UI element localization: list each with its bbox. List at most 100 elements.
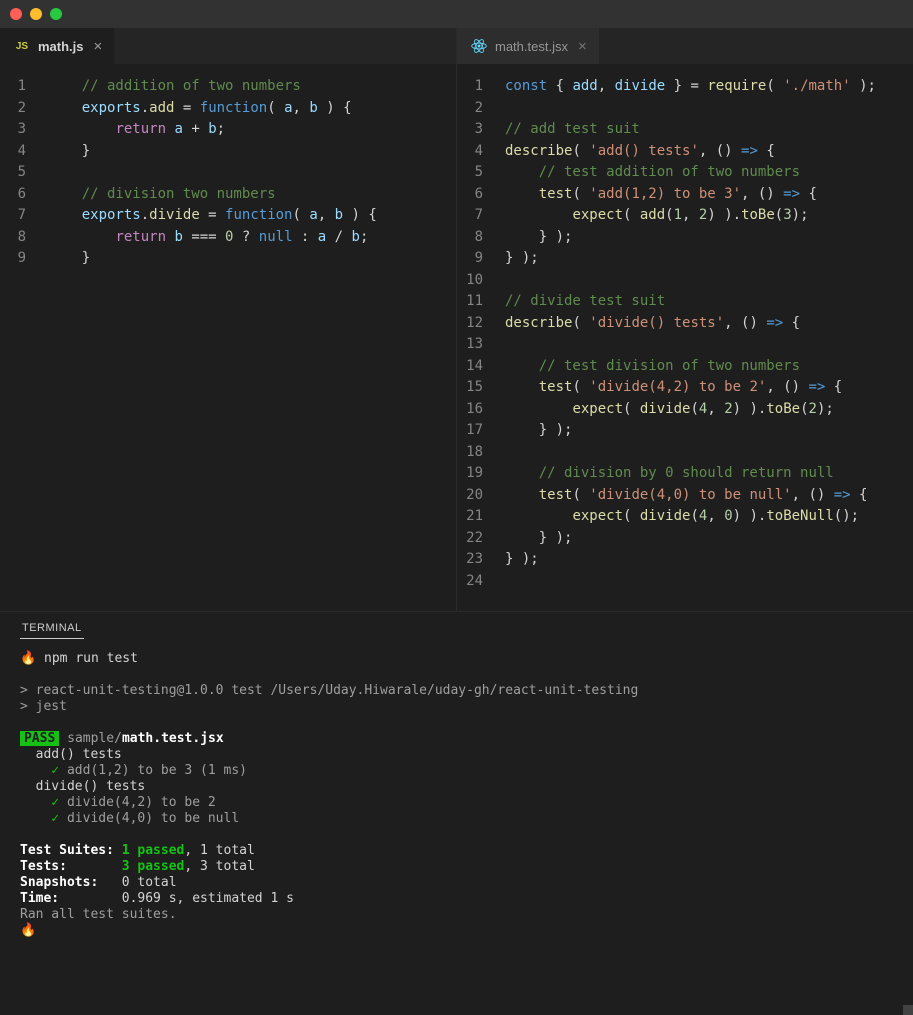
code-line[interactable]: 1 // addition of two numbers bbox=[0, 76, 456, 98]
terminal-line: 🔥 npm run test bbox=[20, 651, 138, 666]
line-number: 18 bbox=[457, 442, 505, 464]
line-number: 21 bbox=[457, 506, 505, 528]
code-text bbox=[505, 571, 913, 593]
code-line[interactable]: 2 bbox=[457, 98, 913, 120]
terminal-text: Snapshots: bbox=[20, 875, 122, 890]
code-line[interactable]: 2 exports.add = function( a, b ) { bbox=[0, 98, 456, 120]
code-line[interactable]: 20 test( 'divide(4,0) to be null', () =>… bbox=[457, 485, 913, 507]
code-text: } ); bbox=[505, 420, 913, 442]
line-number: 4 bbox=[457, 141, 505, 163]
terminal-tab[interactable]: TERMINAL bbox=[20, 618, 84, 639]
minimize-window-icon[interactable] bbox=[30, 8, 42, 20]
check-icon: ✓ bbox=[20, 763, 67, 778]
line-number: 6 bbox=[457, 184, 505, 206]
terminal-text: , 1 total bbox=[184, 843, 254, 858]
code-line[interactable]: 21 expect( divide(4, 0) ).toBeNull(); bbox=[457, 506, 913, 528]
code-line[interactable]: 8 } ); bbox=[457, 227, 913, 249]
terminal-line: > jest bbox=[20, 699, 67, 714]
code-line[interactable]: 7 expect( add(1, 2) ).toBe(3); bbox=[457, 205, 913, 227]
terminal-text: divide(4,0) to be null bbox=[67, 811, 239, 826]
code-line[interactable]: 9} ); bbox=[457, 248, 913, 270]
line-number: 3 bbox=[0, 119, 48, 141]
close-icon[interactable]: × bbox=[92, 38, 105, 55]
code-line[interactable]: 11// divide test suit bbox=[457, 291, 913, 313]
code-line[interactable]: 15 test( 'divide(4,2) to be 2', () => { bbox=[457, 377, 913, 399]
code-line[interactable]: 13 bbox=[457, 334, 913, 356]
code-line[interactable]: 8 return b === 0 ? null : a / b; bbox=[0, 227, 456, 249]
code-text: const { add, divide } = require( './math… bbox=[505, 76, 913, 98]
code-line[interactable]: 14 // test division of two numbers bbox=[457, 356, 913, 378]
terminal-text: 0.969 s, estimated 1 s bbox=[122, 891, 294, 906]
code-text: } bbox=[48, 141, 456, 163]
code-line[interactable]: 24 bbox=[457, 571, 913, 593]
code-text bbox=[505, 442, 913, 464]
code-text: expect( divide(4, 0) ).toBeNull(); bbox=[505, 506, 913, 528]
line-number: 1 bbox=[457, 76, 505, 98]
line-number: 16 bbox=[457, 399, 505, 421]
code-text: // addition of two numbers bbox=[48, 76, 456, 98]
terminal-line: 🔥 bbox=[20, 923, 36, 938]
line-number: 12 bbox=[457, 313, 505, 335]
terminal-output[interactable]: 🔥 npm run test > react-unit-testing@1.0.… bbox=[0, 639, 913, 1015]
terminal-line: > react-unit-testing@1.0.0 test /Users/U… bbox=[20, 683, 638, 698]
tab-math-test-jsx[interactable]: math.test.jsx × bbox=[457, 28, 599, 64]
code-line[interactable]: 1const { add, divide } = require( './mat… bbox=[457, 76, 913, 98]
code-line[interactable]: 5 // test addition of two numbers bbox=[457, 162, 913, 184]
tab-bar-right: math.test.jsx × bbox=[457, 28, 913, 64]
titlebar bbox=[0, 0, 913, 28]
code-line[interactable]: 6 // division two numbers bbox=[0, 184, 456, 206]
terminal-text: 1 passed bbox=[122, 843, 185, 858]
code-text: test( 'divide(4,0) to be null', () => { bbox=[505, 485, 913, 507]
tab-label: math.js bbox=[38, 39, 84, 54]
code-text: exports.add = function( a, b ) { bbox=[48, 98, 456, 120]
code-line[interactable]: 17 } ); bbox=[457, 420, 913, 442]
code-line[interactable]: 5 bbox=[0, 162, 456, 184]
code-line[interactable]: 4 } bbox=[0, 141, 456, 163]
code-text: expect( add(1, 2) ).toBe(3); bbox=[505, 205, 913, 227]
code-line[interactable]: 16 expect( divide(4, 2) ).toBe(2); bbox=[457, 399, 913, 421]
code-line[interactable]: 10 bbox=[457, 270, 913, 292]
react-file-icon bbox=[471, 38, 487, 54]
code-line[interactable]: 22 } ); bbox=[457, 528, 913, 550]
terminal-line: add() tests bbox=[20, 747, 122, 762]
code-text bbox=[48, 162, 456, 184]
code-text bbox=[505, 98, 913, 120]
terminal-text: 0 total bbox=[122, 875, 177, 890]
code-line[interactable]: 7 exports.divide = function( a, b ) { bbox=[0, 205, 456, 227]
code-line[interactable]: 9 } bbox=[0, 248, 456, 270]
line-number: 17 bbox=[457, 420, 505, 442]
terminal-text: Time: bbox=[20, 891, 122, 906]
line-number: 23 bbox=[457, 549, 505, 571]
terminal-text: add(1,2) to be 3 (1 ms) bbox=[67, 763, 247, 778]
close-window-icon[interactable] bbox=[10, 8, 22, 20]
code-line[interactable]: 23} ); bbox=[457, 549, 913, 571]
code-text: } ); bbox=[505, 248, 913, 270]
code-line[interactable]: 12describe( 'divide() tests', () => { bbox=[457, 313, 913, 335]
code-line[interactable]: 3 return a + b; bbox=[0, 119, 456, 141]
line-number: 20 bbox=[457, 485, 505, 507]
line-number: 8 bbox=[457, 227, 505, 249]
editor-split: JS math.js × 1 // addition of two number… bbox=[0, 28, 913, 611]
code-line[interactable]: 3// add test suit bbox=[457, 119, 913, 141]
line-number: 3 bbox=[457, 119, 505, 141]
scrollbar-grip[interactable] bbox=[903, 1005, 913, 1015]
code-text: return a + b; bbox=[48, 119, 456, 141]
code-text: // division by 0 should return null bbox=[505, 463, 913, 485]
code-area-right[interactable]: 1const { add, divide } = require( './mat… bbox=[457, 64, 913, 611]
line-number: 2 bbox=[0, 98, 48, 120]
line-number: 15 bbox=[457, 377, 505, 399]
line-number: 4 bbox=[0, 141, 48, 163]
editor-pane-right: math.test.jsx × 1const { add, divide } =… bbox=[457, 28, 913, 611]
terminal-line: Ran all test suites. bbox=[20, 907, 177, 922]
maximize-window-icon[interactable] bbox=[50, 8, 62, 20]
code-text: } bbox=[48, 248, 456, 270]
terminal-text: 3 passed bbox=[122, 859, 185, 874]
code-line[interactable]: 6 test( 'add(1,2) to be 3', () => { bbox=[457, 184, 913, 206]
line-number: 11 bbox=[457, 291, 505, 313]
code-area-left[interactable]: 1 // addition of two numbers2 exports.ad… bbox=[0, 64, 456, 611]
close-icon[interactable]: × bbox=[576, 38, 589, 55]
code-line[interactable]: 4describe( 'add() tests', () => { bbox=[457, 141, 913, 163]
tab-math-js[interactable]: JS math.js × bbox=[0, 28, 114, 64]
code-line[interactable]: 19 // division by 0 should return null bbox=[457, 463, 913, 485]
code-line[interactable]: 18 bbox=[457, 442, 913, 464]
